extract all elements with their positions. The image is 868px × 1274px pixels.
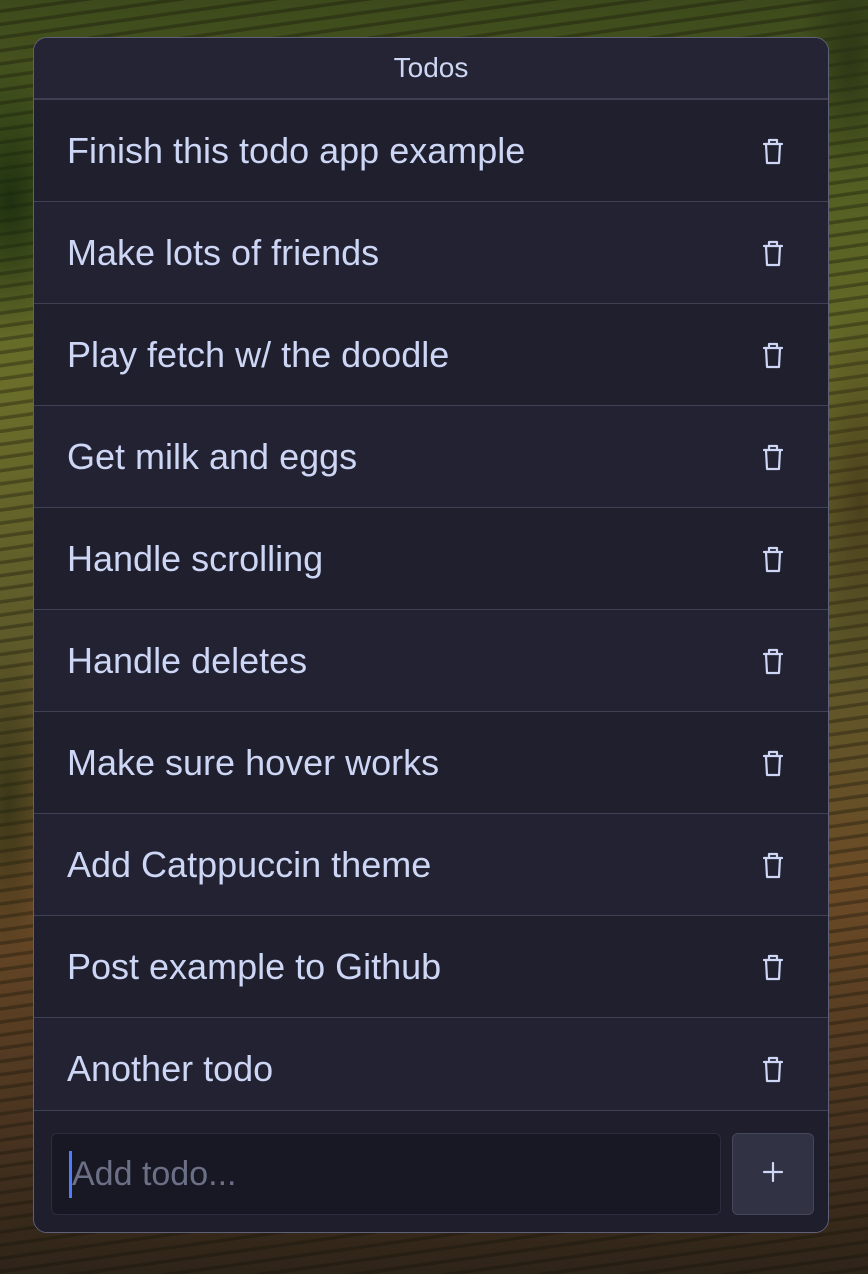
todo-text: Another todo [67,1047,274,1089]
text-caret [69,1151,72,1198]
todo-list: Finish this todo app example Make lots o… [34,100,828,1120]
trash-icon[interactable] [760,646,786,676]
todo-item: Handle scrolling [34,508,828,610]
todo-text: Make lots of friends [67,231,380,273]
trash-icon[interactable] [760,136,786,166]
add-todo-field-container [51,1133,721,1215]
todo-text: Add Catppuccin theme [67,843,432,885]
todo-item: Finish this todo app example [34,100,828,202]
trash-icon[interactable] [760,442,786,472]
todo-item: Make sure hover works [34,712,828,814]
todo-text: Get milk and eggs [67,435,358,477]
todo-app-window: Todos Finish this todo app example Make … [33,37,829,1233]
trash-icon[interactable] [760,238,786,268]
todo-item: Play fetch w/ the doodle [34,304,828,406]
todo-item: Get milk and eggs [34,406,828,508]
add-todo-button[interactable] [732,1133,814,1215]
trash-icon[interactable] [760,340,786,370]
trash-icon[interactable] [760,952,786,982]
todo-text: Make sure hover works [67,741,440,783]
todo-text: Post example to Github [67,945,442,987]
add-todo-bar [34,1110,828,1232]
todo-item: Another todo [34,1018,828,1120]
plus-icon [762,1161,784,1188]
todo-item: Make lots of friends [34,202,828,304]
trash-icon[interactable] [760,748,786,778]
todo-text: Handle deletes [67,639,308,681]
window-title: Todos [393,52,469,83]
todo-item: Add Catppuccin theme [34,814,828,916]
todo-item: Handle deletes [34,610,828,712]
todo-item: Post example to Github [34,916,828,1018]
todo-text: Handle scrolling [67,537,324,579]
trash-icon[interactable] [760,850,786,880]
trash-icon[interactable] [760,1054,786,1084]
trash-icon[interactable] [760,544,786,574]
todo-text: Play fetch w/ the doodle [67,333,450,375]
todo-text: Finish this todo app example [67,129,526,171]
title-bar: Todos [34,38,828,100]
add-todo-input[interactable] [52,1134,720,1214]
